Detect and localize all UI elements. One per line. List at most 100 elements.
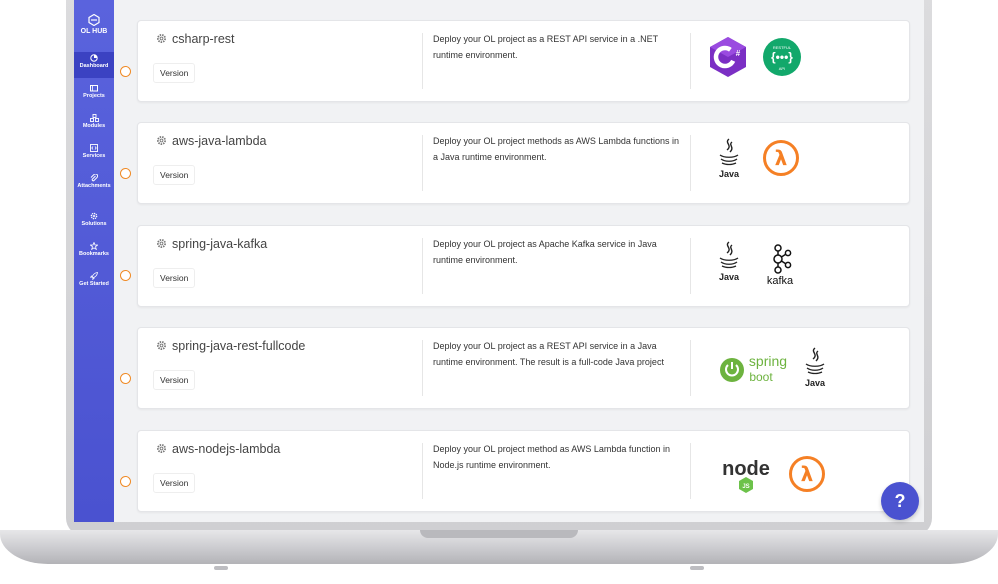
divider [422,33,423,89]
card-select-radio[interactable] [120,66,131,77]
dashboard-icon [90,54,98,62]
solution-card[interactable]: spring-java-kafka Version Deploy your OL… [137,225,910,307]
sidebar-item-attachments[interactable]: Attachments [74,172,114,198]
divider [422,238,423,294]
restful-api-logo-icon: RESTFUL {•••} API [763,38,801,76]
svg-text:#: # [736,49,741,58]
boot-text: boot [749,370,773,384]
java-text: Java [719,272,740,282]
divider [690,135,691,191]
sidebar-item-label: Modules [82,123,106,129]
card-title: aws-nodejs-lambda [172,442,281,456]
brand-label: OL HUB [80,28,108,35]
folder-icon [90,85,98,92]
solution-card[interactable]: spring-java-rest-fullcode Version Deploy… [137,327,910,409]
version-button[interactable]: Version [153,165,196,185]
nodejs-logo-icon: node JS [722,458,770,493]
help-button[interactable]: ? [881,482,919,520]
sidebar-item-label: Solutions [81,221,107,227]
card-description: Deploy your OL project method as AWS Lam… [433,444,670,470]
divider [422,443,423,499]
java-text: Java [805,378,826,388]
card-description: Deploy your OL project as a REST API ser… [433,34,658,60]
card-description: Deploy your OL project as a REST API ser… [433,341,664,367]
rocket-icon [90,272,98,280]
card-title: spring-java-kafka [172,237,268,251]
java-logo-icon: Java [719,138,740,179]
laptop-notch [420,530,578,538]
solution-card[interactable]: aws-java-lambda Version Deploy your OL p… [137,122,910,204]
app-screen: OL HUB Dashboard Projects Modules Servic… [74,0,924,522]
star-icon [90,242,98,250]
lambda-text: λ [775,146,788,170]
sidebar-item-solutions[interactable]: Solutions [74,210,114,236]
spring-text: spring [749,353,787,369]
laptop-foot [690,566,704,570]
card-title: spring-java-rest-fullcode [172,339,306,353]
card-select-radio[interactable] [120,168,131,179]
sidebar-item-get-started[interactable]: Get Started [74,270,114,296]
divider [690,340,691,396]
gear-icon [157,34,166,43]
kafka-logo-icon: kafka [767,244,794,286]
lambda-text: λ [801,462,814,486]
card-title: csharp-rest [172,32,235,46]
svg-text:{•••}: {•••} [771,50,793,64]
aws-lambda-logo-icon: λ [789,456,825,492]
csharp-logo-icon: # [710,37,746,77]
card-description: Deploy your OL project methods as AWS La… [433,136,679,162]
laptop-foot [214,566,228,570]
tech-logos: spring boot Java [700,342,900,396]
divider [690,238,691,294]
gear-icon [157,136,166,145]
sidebar-item-label: Projects [83,93,105,99]
spring-boot-logo-icon: spring boot [720,353,787,384]
divider [422,340,423,396]
java-logo-icon: Java [805,347,826,388]
version-button[interactable]: Version [153,63,196,83]
sidebar-item-modules[interactable]: Modules [74,112,114,138]
solution-card[interactable]: aws-nodejs-lambda Version Deploy your OL… [137,430,910,512]
tech-logos: Java kafka [700,240,900,294]
divider [690,33,691,89]
version-button[interactable]: Version [153,370,196,390]
java-logo-icon: Java [719,241,740,282]
divider [422,135,423,191]
modules-icon [89,114,99,122]
card-title: aws-java-lambda [172,134,267,148]
brand[interactable]: OL HUB [74,14,114,35]
card-select-radio[interactable] [120,476,131,487]
api-text: API [779,66,785,71]
sidebar-item-label: Bookmarks [79,251,109,257]
ol-hub-logo-icon [88,14,100,26]
sidebar-item-label: Get Started [79,281,109,287]
card-select-radio[interactable] [120,373,131,384]
card-description: Deploy your OL project as Apache Kafka s… [433,239,657,265]
code-icon [90,144,98,152]
solution-card[interactable]: csharp-rest Version Deploy your OL proje… [137,20,910,102]
java-text: Java [719,169,740,179]
sidebar: OL HUB Dashboard Projects Modules Servic… [74,0,114,522]
kafka-text: kafka [767,275,794,286]
tech-logos: Java λ [700,137,900,191]
sidebar-item-projects[interactable]: Projects [74,82,114,108]
sidebar-item-services[interactable]: Services [74,142,114,168]
version-button[interactable]: Version [153,268,196,288]
card-select-radio[interactable] [120,270,131,281]
aws-lambda-logo-icon: λ [763,140,799,176]
gear-icon [157,239,166,248]
version-button[interactable]: Version [153,473,196,493]
js-text: JS [742,484,749,490]
gear-icon [157,444,166,453]
gear-icon [157,341,166,350]
sidebar-item-label: Attachments [77,183,111,189]
gear-icon [90,212,98,220]
sidebar-item-label: Dashboard [79,63,109,69]
tech-logos: node JS λ [700,445,900,499]
sidebar-item-label: Services [82,153,106,159]
divider [690,443,691,499]
sidebar-item-dashboard[interactable]: Dashboard [74,52,114,78]
tech-logos: # RESTFUL {•••} API [700,35,900,89]
sidebar-item-bookmarks[interactable]: Bookmarks [74,240,114,266]
node-text: node [722,458,770,480]
